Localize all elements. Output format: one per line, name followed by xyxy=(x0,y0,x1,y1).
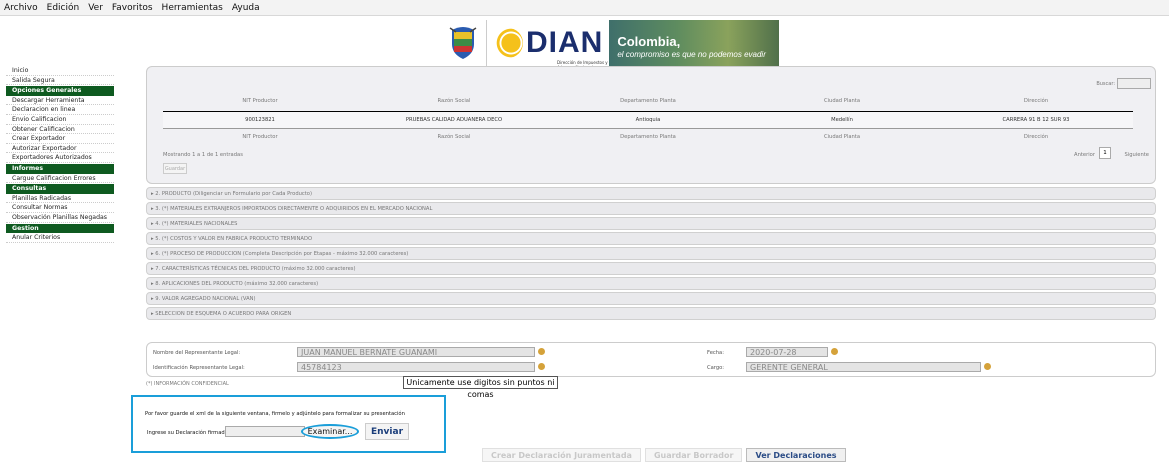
cell-razon-social: PRUEBAS CALIDAD ADUANERA DECO xyxy=(405,117,503,123)
role-field[interactable]: GERENTE GENERAL xyxy=(746,362,981,372)
tooltip: Unicamente use digitos sin puntos ni com… xyxy=(403,376,558,399)
bottom-actions: Crear Declaración Juramentada Guardar Bo… xyxy=(482,448,850,462)
sidebar-item-crear-exportador[interactable]: Crear Exportador xyxy=(6,134,114,144)
section-producto[interactable]: ▸ 2. PRODUCTO (Diligenciar un Formulario… xyxy=(146,187,1156,200)
form-sections: ▸ 2. PRODUCTO (Diligenciar un Formulario… xyxy=(146,187,1156,322)
legal-representative-panel: Nombre del Representante Legal: JUAN MAN… xyxy=(146,342,1156,377)
section-valor-agregado[interactable]: ▸ 9. VALOR AGREGADO NACIONAL (VAN) xyxy=(146,292,1156,305)
column-header-nit[interactable]: NIT Productor xyxy=(163,98,357,104)
section-caracteristicas-tecnicas[interactable]: ▸ 7. CARACTERÍSTICAS TÉCNICAS DEL PRODUC… xyxy=(146,262,1156,275)
view-declarations-button[interactable]: Ver Declaraciones xyxy=(746,448,846,462)
table-header: NIT Productor Razón Social Departamento … xyxy=(163,95,1133,107)
column-header-direccion[interactable]: Dirección xyxy=(939,98,1133,104)
section-aplicaciones[interactable]: ▸ 8. APLICACIONES DEL PRODUCTO (máximo 3… xyxy=(146,277,1156,290)
search-input[interactable] xyxy=(1117,78,1151,89)
sidebar-item-exportadores-autorizados[interactable]: Exportadores Autorizados xyxy=(6,153,114,163)
menu-favoritos[interactable]: Favoritos xyxy=(112,3,153,13)
menu-ayuda[interactable]: Ayuda xyxy=(232,3,260,13)
section-proceso-produccion[interactable]: ▸ 6. (*) PROCESO DE PRODUCCION (Completa… xyxy=(146,247,1156,260)
table-row: 900123821 PRUEBAS CALIDAD ADUANERA DECO … xyxy=(163,111,1133,129)
footer-header-direccion: Dirección xyxy=(1023,134,1049,140)
sidebar-item-envio-calificacion[interactable]: Envio Calificacion xyxy=(6,115,114,125)
lock-icon xyxy=(984,363,991,370)
file-input[interactable] xyxy=(225,426,305,437)
colombia-slogan: el compromiso es que no podemos evadir xyxy=(617,50,766,59)
lock-icon xyxy=(538,348,545,355)
colombia-banner: Colombia, el compromiso es que no podemo… xyxy=(609,20,780,66)
menu-archivo[interactable]: Archivo xyxy=(4,3,38,13)
section-seleccion-esquema[interactable]: ▸ SELECCION DE ESQUEMA O ACUERDO PARA OR… xyxy=(146,307,1156,320)
sidebar-group-gestion: Gestion xyxy=(6,223,114,234)
table-footer-header: NIT Productor Razón Social Departamento … xyxy=(163,131,1133,143)
section-materiales-nacionales[interactable]: ▸ 4. (*) MATERIALES NACIONALES xyxy=(146,217,1156,230)
sidebar-item-anular-criterios[interactable]: Anular Criterios xyxy=(6,233,114,243)
footer-header-departamento: Departamento Planta xyxy=(620,134,676,140)
prev-page-link[interactable]: Anterior xyxy=(1074,152,1095,158)
sidebar-item-planillas-radicadas[interactable]: Planillas Radicadas xyxy=(6,194,114,204)
column-header-departamento[interactable]: Departamento Planta xyxy=(551,98,745,104)
browse-button[interactable]: Examinar... xyxy=(301,424,359,439)
create-declaration-button[interactable]: Crear Declaración Juramentada xyxy=(482,448,641,462)
page-number[interactable]: 1 xyxy=(1099,147,1111,159)
footer-header-nit: NIT Productor xyxy=(242,134,278,140)
menu-ver[interactable]: Ver xyxy=(88,3,103,13)
column-header-ciudad[interactable]: Ciudad Planta xyxy=(745,98,939,104)
sidebar-item-consultar-normas[interactable]: Consultar Normas xyxy=(6,203,114,213)
colombia-title: Colombia, xyxy=(617,34,681,49)
sidebar-item-declaracion-en-linea[interactable]: Declaracion en linea xyxy=(6,105,114,115)
sidebar-item-inicio[interactable]: Inicio xyxy=(6,66,114,76)
lock-icon xyxy=(538,363,545,370)
date-field[interactable]: 2020-07-28 xyxy=(746,347,828,357)
producer-table-panel: Buscar: NIT Productor Razón Social Depar… xyxy=(146,66,1156,184)
send-button[interactable]: Enviar xyxy=(365,423,409,440)
column-header-razon-social[interactable]: Razón Social xyxy=(357,98,551,104)
upload-panel: Por favor guarde el xml de la siguiente … xyxy=(131,395,446,453)
section-materiales-extranjeros[interactable]: ▸ 3. (*) MATERIALES EXTRANJEROS IMPORTAD… xyxy=(146,202,1156,215)
menu-edicion[interactable]: Edición xyxy=(47,3,80,13)
section-costos-valor[interactable]: ▸ 5. (*) COSTOS Y VALOR EN FABRICA PRODU… xyxy=(146,232,1156,245)
guardar-button[interactable]: Guardar xyxy=(163,163,187,174)
cell-nit: 900123821 xyxy=(245,117,275,123)
dian-logo: DIAN Dirección de Impuestos y Aduanas Na… xyxy=(486,20,610,70)
cell-direccion: CARRERA 91 B 12 SUR 93 xyxy=(1002,117,1070,123)
sidebar-group-informes: Informes xyxy=(6,163,114,174)
rep-id-label: Identificación Representante Legal: xyxy=(153,365,245,371)
dian-logo-text: DIAN xyxy=(526,26,604,59)
rep-name-label: Nombre del Representante Legal: xyxy=(153,350,241,356)
footer-header-razon-social: Razón Social xyxy=(437,134,471,140)
cell-departamento: Antioquia xyxy=(635,117,661,123)
table-info: Mostrando 1 a 1 de 1 entradas xyxy=(163,152,243,158)
cell-ciudad: Medellín xyxy=(831,117,853,123)
rep-name-field[interactable]: JUAN MANUEL BERNATE GUANAMI xyxy=(297,347,535,357)
dian-sun-icon xyxy=(493,28,523,58)
sidebar-item-cargue-calificacion-errores[interactable]: Cargue Calificacion Errores xyxy=(6,174,114,184)
role-label: Cargo: xyxy=(707,365,725,371)
confidential-note: (*) INFORMACIÓN CONFIDENCIAL xyxy=(146,381,229,387)
sidebar: Inicio Salida Segura Opciones Generales … xyxy=(6,66,114,243)
save-draft-button[interactable]: Guardar Borrador xyxy=(644,448,743,462)
sidebar-item-observacion-planillas-negadas[interactable]: Observación Planillas Negadas xyxy=(6,213,114,223)
menu-bar: Archivo Edición Ver Favoritos Herramient… xyxy=(0,0,1169,16)
sidebar-group-consultas: Consultas xyxy=(6,184,114,194)
sidebar-group-opciones-generales: Opciones Generales xyxy=(6,86,114,96)
search-label: Buscar: xyxy=(1096,81,1115,87)
sidebar-item-descargar-herramienta[interactable]: Descargar Herramienta xyxy=(6,96,114,106)
colombia-coat-of-arms-icon xyxy=(449,27,477,59)
upload-instructions: Por favor guarde el xml de la siguiente … xyxy=(145,411,405,417)
sidebar-item-autorizar-exportador[interactable]: Autorizar Exportador xyxy=(6,144,114,154)
sidebar-item-obtener-calificacion[interactable]: Obtener Calificacion xyxy=(6,125,114,135)
upload-label: Ingrese su Declaración firmada: xyxy=(147,430,230,436)
next-page-link[interactable]: Siguiente xyxy=(1125,152,1149,158)
sidebar-item-salida-segura[interactable]: Salida Segura xyxy=(6,76,114,86)
lock-icon xyxy=(831,348,838,355)
date-label: Fecha: xyxy=(707,350,724,356)
menu-herramientas[interactable]: Herramientas xyxy=(162,3,223,13)
rep-id-field[interactable]: 45784123 xyxy=(297,362,535,372)
footer-header-ciudad: Ciudad Planta xyxy=(823,134,860,140)
header-banner: DIAN Dirección de Impuestos y Aduanas Na… xyxy=(448,20,780,70)
